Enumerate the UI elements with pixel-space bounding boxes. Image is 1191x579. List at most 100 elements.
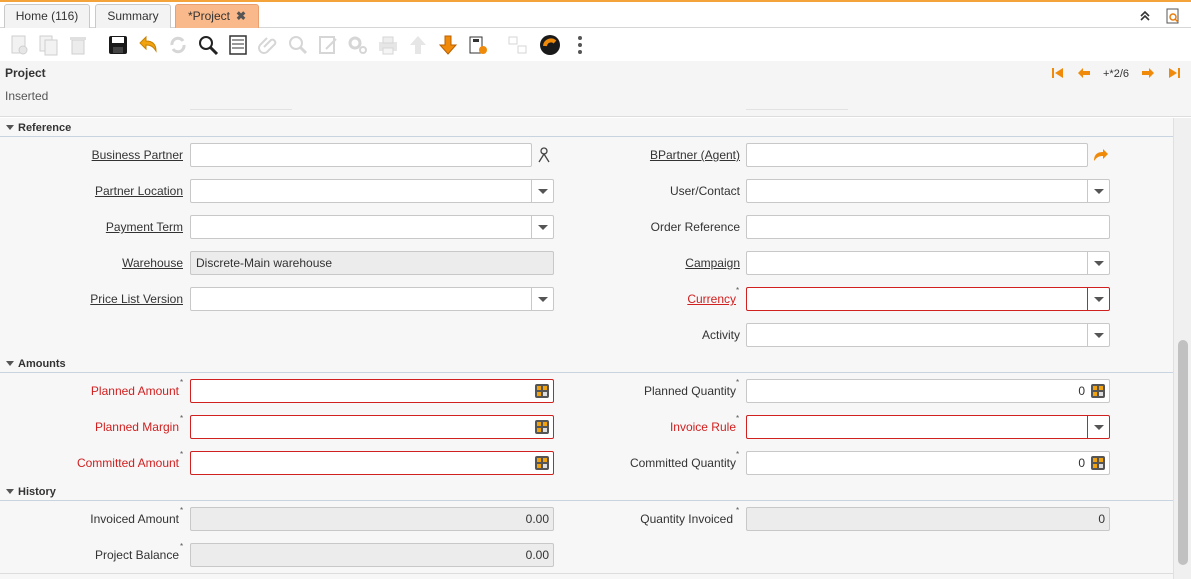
attachment-icon[interactable] — [256, 33, 280, 57]
save-icon[interactable] — [106, 33, 130, 57]
divider — [746, 109, 848, 110]
record-navigation: +*2/6 — [1051, 65, 1181, 83]
planned-margin-field[interactable] — [190, 415, 554, 439]
chevron-down-icon[interactable] — [531, 288, 553, 310]
invoice-rule-label: Invoice Rule — [669, 420, 736, 434]
tab-project[interactable]: *Project ✖ — [175, 4, 259, 28]
planned-amount-field[interactable] — [190, 379, 554, 403]
process-icon[interactable] — [346, 33, 370, 57]
bpartner-agent-label[interactable]: BPartner (Agent) — [650, 148, 740, 162]
chat-icon[interactable] — [316, 33, 340, 57]
record-form: Reference Business Partner Partner Locat… — [0, 118, 1173, 579]
campaign-label[interactable]: Campaign — [685, 256, 740, 270]
section-reference-title: Reference — [18, 122, 72, 134]
chevron-down-icon[interactable] — [1087, 324, 1109, 346]
section-history[interactable]: History — [0, 483, 1173, 501]
refresh-icon[interactable] — [166, 33, 190, 57]
chevron-down-icon[interactable] — [1087, 252, 1109, 274]
warehouse-label[interactable]: Warehouse — [122, 256, 183, 270]
detail-record-icon[interactable] — [436, 33, 460, 57]
price-list-version-label[interactable]: Price List Version — [90, 292, 183, 306]
grid-toggle-icon[interactable] — [226, 33, 250, 57]
payment-term-select[interactable] — [190, 215, 554, 239]
committed-quantity-field[interactable]: 0 — [746, 451, 1110, 475]
required-marker: * — [736, 450, 740, 459]
price-list-version-select[interactable] — [190, 287, 554, 311]
quantity-invoiced-field: 0 — [746, 507, 1110, 531]
chevron-down-icon[interactable] — [531, 180, 553, 202]
record-position: +*2/6 — [1103, 68, 1129, 80]
business-partner-field[interactable] — [190, 143, 532, 167]
first-record-icon[interactable] — [1051, 66, 1065, 83]
required-marker: * — [180, 378, 184, 387]
business-partner-label[interactable]: Business Partner — [92, 148, 183, 162]
record-status: Inserted — [5, 89, 49, 103]
zoom-across-icon[interactable] — [286, 33, 310, 57]
tab-summary-label: Summary — [107, 9, 159, 23]
invoice-rule-select[interactable] — [746, 415, 1110, 439]
last-record-icon[interactable] — [1167, 66, 1181, 83]
scrollbar-thumb[interactable] — [1178, 340, 1188, 565]
parent-record-icon[interactable] — [406, 33, 430, 57]
chevron-down-icon[interactable] — [531, 216, 553, 238]
warehouse-field: Discrete-Main warehouse — [190, 251, 554, 275]
project-balance-field: 0.00 — [190, 543, 554, 567]
committed-amount-field[interactable] — [190, 451, 554, 475]
tab-project-label: *Project — [187, 9, 230, 23]
committed-amount-label: Committed Amount — [76, 456, 179, 470]
new-record-icon[interactable] — [7, 33, 31, 57]
user-contact-select[interactable] — [746, 179, 1110, 203]
calculator-icon[interactable] — [1090, 383, 1106, 399]
help-window-icon[interactable] — [1165, 8, 1181, 27]
print-icon[interactable] — [376, 33, 400, 57]
zoom-arrow-icon[interactable] — [1091, 146, 1109, 164]
calculator-icon[interactable] — [534, 455, 550, 471]
user-contact-label: User/Contact — [669, 184, 740, 198]
previous-record-icon[interactable] — [1077, 66, 1091, 83]
person-search-icon[interactable] — [535, 146, 553, 164]
currency-select[interactable] — [746, 287, 1110, 311]
currency-label[interactable]: Currency — [687, 292, 736, 306]
order-reference-field[interactable] — [746, 215, 1110, 239]
archive-icon[interactable] — [466, 33, 490, 57]
chevron-down-icon[interactable] — [1087, 180, 1109, 202]
payment-term-label[interactable]: Payment Term — [106, 220, 183, 234]
tab-home[interactable]: Home (116) — [4, 4, 90, 28]
chevron-down-icon[interactable] — [1087, 288, 1109, 310]
campaign-select[interactable] — [746, 251, 1110, 275]
undo-icon[interactable] — [136, 33, 160, 57]
collapse-caret-icon — [6, 125, 14, 130]
planned-quantity-value: 0 — [1078, 384, 1085, 398]
calculator-icon[interactable] — [534, 419, 550, 435]
copy-record-icon[interactable] — [37, 33, 61, 57]
window-tab-bar: Home (116) Summary *Project ✖ — [0, 2, 1191, 28]
section-amounts-title: Amounts — [18, 358, 66, 370]
workflow-icon[interactable] — [506, 33, 530, 57]
bpartner-agent-field[interactable] — [746, 143, 1088, 167]
delete-icon[interactable] — [66, 33, 90, 57]
calculator-icon[interactable] — [1090, 455, 1106, 471]
partner-location-select[interactable] — [190, 179, 554, 203]
tab-home-label: Home (116) — [15, 9, 79, 23]
partner-location-label[interactable]: Partner Location — [95, 184, 183, 198]
required-marker: * — [180, 542, 184, 551]
planned-quantity-field[interactable]: 0 — [746, 379, 1110, 403]
find-icon[interactable] — [196, 33, 220, 57]
section-reference[interactable]: Reference — [0, 119, 1173, 137]
activity-label: Activity — [701, 328, 740, 342]
more-icon[interactable] — [568, 33, 592, 57]
help-icon[interactable] — [538, 33, 562, 57]
collapse-caret-icon — [6, 361, 14, 366]
chevron-down-icon[interactable] — [1087, 416, 1109, 438]
close-tab-icon[interactable]: ✖ — [236, 9, 246, 23]
collapse-icon[interactable] — [1139, 10, 1151, 25]
page-title: Project — [5, 66, 46, 80]
divider — [190, 109, 292, 110]
invoiced-amount-label: Invoiced Amount — [90, 512, 179, 526]
next-record-icon[interactable] — [1141, 66, 1155, 83]
section-amounts[interactable]: Amounts — [0, 355, 1173, 373]
calculator-icon[interactable] — [534, 383, 550, 399]
vertical-scrollbar[interactable] — [1173, 118, 1191, 579]
tab-summary[interactable]: Summary — [95, 4, 171, 28]
activity-select[interactable] — [746, 323, 1110, 347]
